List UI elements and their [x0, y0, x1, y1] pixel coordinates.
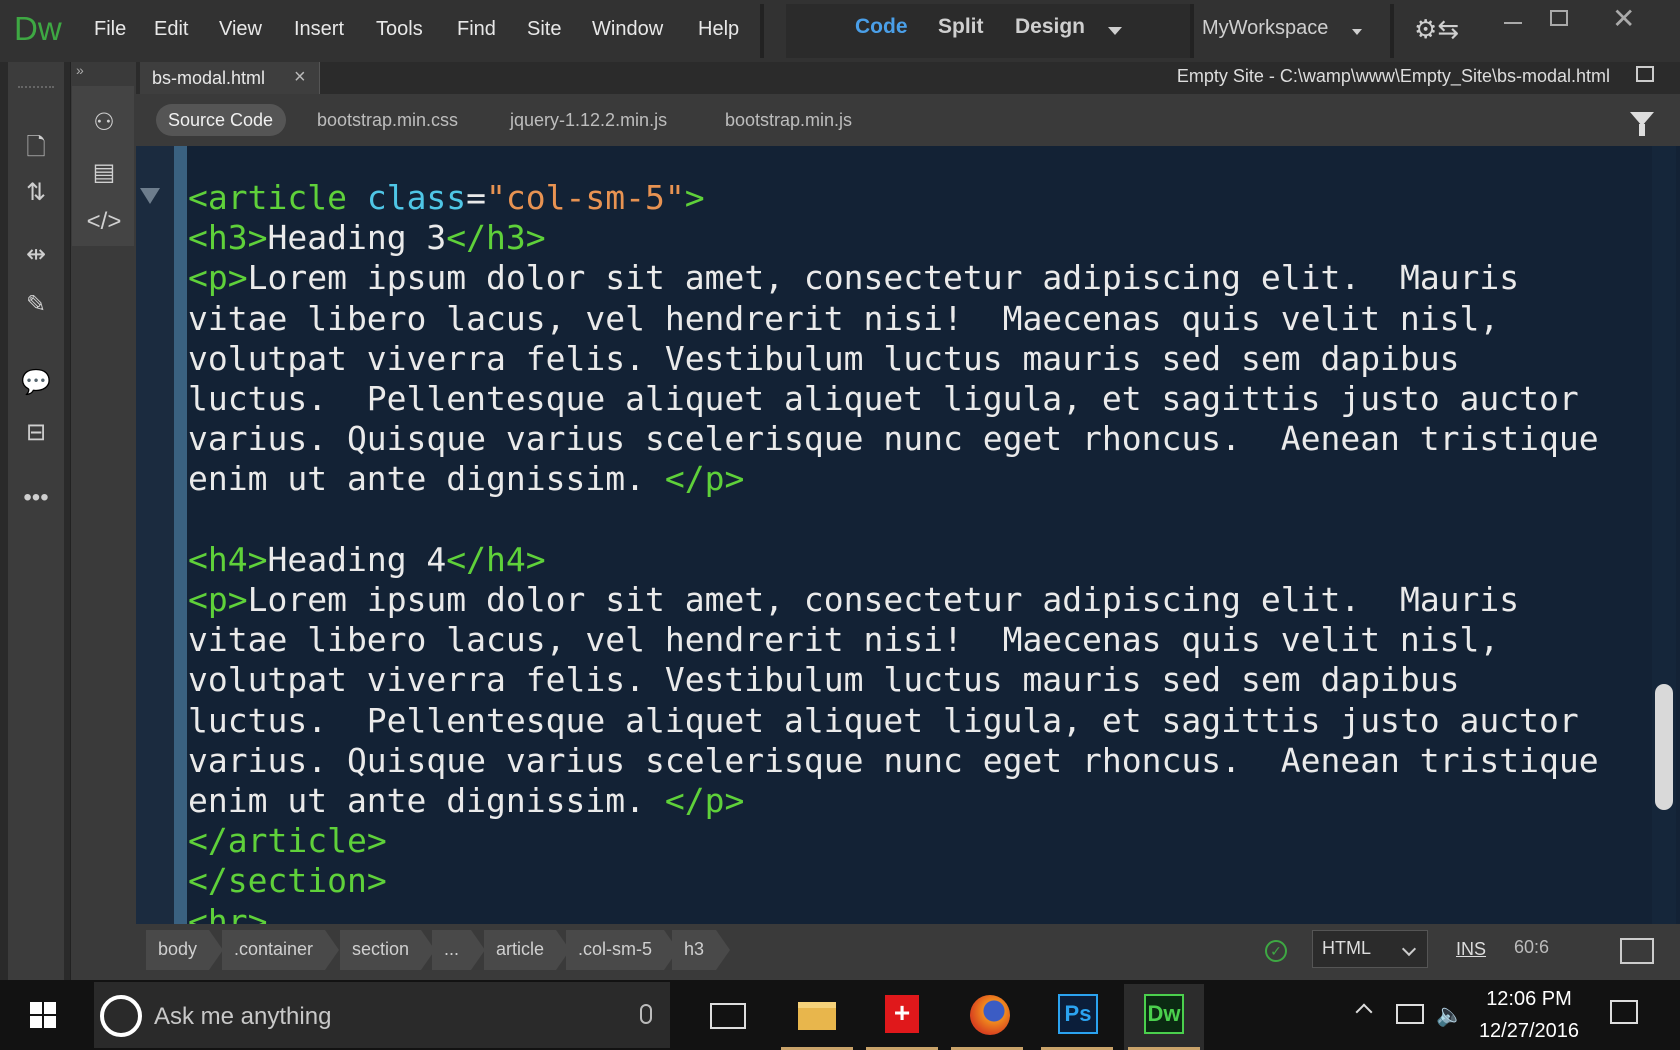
insert-mode-toggle[interactable]: INS [1456, 939, 1486, 960]
code-line[interactable]: volutpat viverra felis. Vestibulum luctu… [188, 660, 1599, 700]
code-line[interactable]: <h4>Heading 4</h4> [188, 540, 1599, 580]
firefox-icon [970, 995, 1010, 1035]
code-line[interactable]: <p>Lorem ipsum dolor sit amet, consectet… [188, 258, 1599, 298]
code-line[interactable]: <article class="col-sm-5"> [188, 178, 1599, 218]
dreamweaver-icon: Dw [1144, 994, 1184, 1034]
menu-window[interactable]: Window [592, 18, 663, 41]
code-line[interactable]: varius. Quisque varius scelerisque nunc … [188, 419, 1599, 459]
breadcrumb-body[interactable]: body [146, 930, 224, 970]
tab-close-icon[interactable]: × [294, 66, 306, 89]
menu-bar: Dw File Edit View Insert Tools Find Site… [0, 0, 1680, 62]
code-fold-bar[interactable] [174, 146, 187, 924]
cortana-icon[interactable] [100, 995, 142, 1037]
menu-separator [1190, 4, 1194, 58]
related-file-css[interactable]: bootstrap.min.css [317, 110, 458, 131]
code-line[interactable]: enim ut ante dignissim. </p> [188, 459, 1599, 499]
menu-help[interactable]: Help [698, 18, 739, 41]
menu-site[interactable]: Site [527, 18, 561, 41]
task-view-icon[interactable] [710, 1003, 746, 1029]
expand-panels-icon[interactable]: » [76, 62, 84, 78]
filter-icon-stem [1639, 124, 1645, 136]
scrollbar-thumb[interactable] [1655, 684, 1673, 810]
menu-tools[interactable]: Tools [376, 18, 423, 41]
menu-file[interactable]: File [94, 18, 126, 41]
breadcrumb-h3[interactable]: h3 [672, 930, 731, 970]
workspace-switcher[interactable]: MyWorkspace [1202, 17, 1328, 40]
menu-separator [760, 4, 764, 58]
code-line[interactable]: vitae libero lacus, vel hendrerit nisi! … [188, 620, 1599, 660]
maximize-icon[interactable] [1550, 10, 1568, 26]
site-path: Empty Site - C:\wamp\www\Empty_Site\bs-m… [1176, 66, 1610, 86]
language-label: HTML [1322, 938, 1371, 958]
design-view-button[interactable]: Design [1015, 15, 1085, 39]
clock-date[interactable]: 12/27/2016 [1478, 1020, 1580, 1043]
microphone-icon[interactable] [640, 1004, 652, 1024]
dreamweaver-logo: Dw [14, 10, 62, 47]
menu-separator [1390, 4, 1394, 58]
code-view-button[interactable]: Code [855, 15, 908, 39]
menu-find[interactable]: Find [457, 18, 496, 41]
view-mode-switcher [786, 4, 1190, 58]
breadcrumb-container[interactable]: .container [222, 930, 340, 970]
restore-window-icon[interactable] [1636, 66, 1654, 82]
close-icon[interactable]: ✕ [1612, 2, 1635, 35]
format-source-icon[interactable]: ✎ [20, 290, 52, 319]
related-file-jquery[interactable]: jquery-1.12.2.min.js [510, 110, 667, 131]
code-line[interactable] [188, 500, 1599, 540]
code-content[interactable]: <article class="col-sm-5"> <h3>Heading 3<… [188, 178, 1599, 942]
menu-insert[interactable]: Insert [294, 18, 344, 41]
snippets-panel-icon[interactable]: ▤ [86, 158, 122, 187]
breadcrumb-article[interactable]: article [484, 930, 571, 970]
breadcrumb-section[interactable]: section [340, 930, 436, 970]
document-tab[interactable]: bs-modal.html × [140, 62, 320, 94]
remove-comment-icon[interactable]: ⊟ [20, 418, 52, 447]
open-document-icon[interactable]: 🗋 [20, 130, 52, 171]
code-line[interactable]: </section> [188, 861, 1599, 901]
more-options-icon[interactable]: ••• [20, 484, 52, 512]
code-line[interactable]: volutpat viverra felis. Vestibulum luctu… [188, 339, 1599, 379]
swiss-cross-app-icon: + [885, 995, 919, 1033]
source-code-label: Source Code [168, 110, 274, 130]
toolbar-grip-icon[interactable] [18, 86, 54, 90]
document-tab-label: bs-modal.html [152, 68, 266, 88]
related-file-bootstrap-js[interactable]: bootstrap.min.js [725, 110, 852, 131]
dom-panel-icon[interactable]: ⚇ [86, 108, 122, 137]
photoshop-icon: Ps [1058, 994, 1098, 1034]
code-line[interactable]: <p>Lorem ipsum dolor sit amet, consectet… [188, 580, 1599, 620]
menu-edit[interactable]: Edit [154, 18, 188, 41]
no-errors-check-icon[interactable]: ✓ [1265, 940, 1287, 962]
menu-view[interactable]: View [219, 18, 262, 41]
fold-arrow-icon[interactable] [140, 188, 160, 204]
code-line[interactable]: <h3>Heading 3</h3> [188, 218, 1599, 258]
apply-comment-icon[interactable]: 💬 [20, 368, 52, 397]
breadcrumb-col-sm-5[interactable]: .col-sm-5 [566, 930, 679, 970]
code-line[interactable]: varius. Quisque varius scelerisque nunc … [188, 741, 1599, 781]
cursor-position: 60:6 [1514, 937, 1550, 957]
realtime-preview-icon[interactable] [1620, 938, 1654, 964]
code-gutter [136, 146, 174, 924]
view-dropdown-chevron-icon[interactable] [1108, 27, 1122, 35]
code-line[interactable]: luctus. Pellentesque aliquet aliquet lig… [188, 701, 1599, 741]
taskbar-search-placeholder[interactable]: Ask me anything [154, 1003, 331, 1031]
code-line[interactable]: vitae libero lacus, vel hendrerit nisi! … [188, 299, 1599, 339]
file-explorer-icon [798, 1002, 836, 1030]
volume-icon[interactable]: 🔈 [1436, 1002, 1463, 1028]
code-line[interactable]: luctus. Pellentesque aliquet aliquet lig… [188, 379, 1599, 419]
breadcrumb-ellipsis[interactable]: ... [432, 930, 486, 970]
code-line[interactable]: </article> [188, 821, 1599, 861]
windows-start-icon[interactable] [30, 1002, 56, 1028]
gear-icon[interactable]: ⚙⇆ [1414, 14, 1459, 45]
expand-all-icon[interactable]: ⇹ [20, 240, 52, 269]
file-management-icon[interactable]: ⇅ [20, 178, 52, 207]
network-icon[interactable] [1396, 1004, 1424, 1024]
code-line[interactable]: enim ut ante dignissim. </p> [188, 781, 1599, 821]
split-view-button[interactable]: Split [938, 15, 984, 39]
code-panel-icon[interactable]: </> [86, 208, 122, 236]
clock-time[interactable]: 12:06 PM [1484, 988, 1574, 1011]
minimize-icon[interactable] [1502, 8, 1524, 28]
workspace-chevron-down-icon[interactable] [1352, 29, 1362, 35]
notification-icon[interactable] [1610, 1000, 1638, 1024]
